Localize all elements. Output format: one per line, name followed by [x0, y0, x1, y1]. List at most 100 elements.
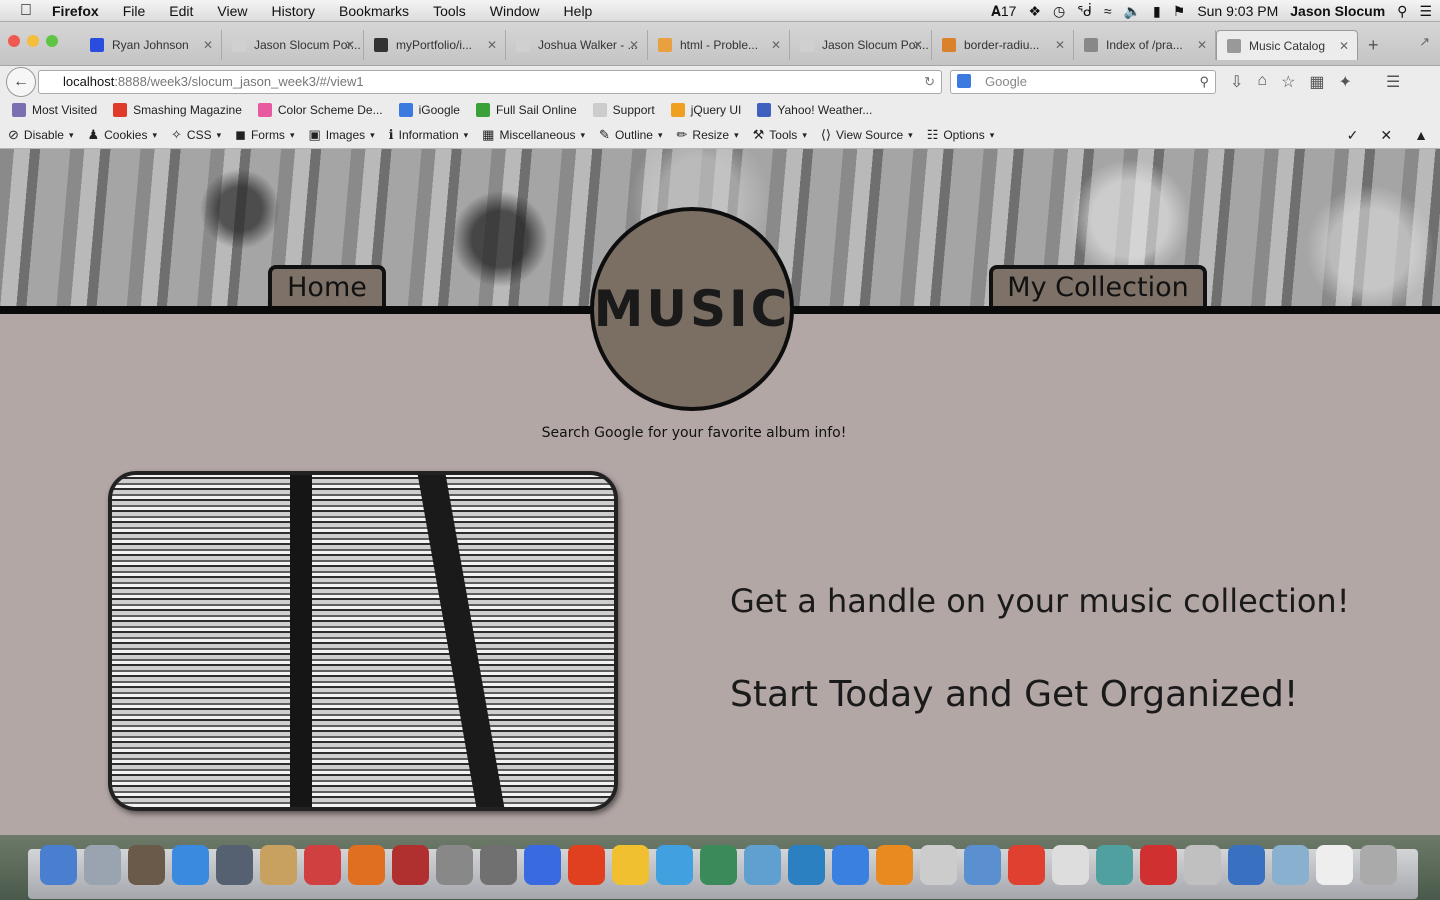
close-tab-icon[interactable]: ✕: [345, 38, 355, 52]
dock-app-icon[interactable]: [348, 845, 385, 885]
hamburger-menu-icon[interactable]: ☰: [1386, 72, 1400, 92]
menu-view[interactable]: View: [217, 3, 247, 19]
devbar-menu-view-source[interactable]: ⟨⟩ View Source ▾: [821, 127, 913, 143]
dock-app-icon[interactable]: [1052, 845, 1089, 885]
search-icon[interactable]: ⚲: [1199, 71, 1209, 93]
dock-app-icon[interactable]: [436, 845, 473, 885]
close-icon[interactable]: ✕: [1380, 127, 1392, 144]
browser-tab[interactable]: Index of /pra... ✕: [1074, 30, 1216, 60]
fullscreen-icon[interactable]: ↗: [1419, 34, 1430, 50]
dock-app-icon[interactable]: [568, 845, 605, 885]
wifi-icon[interactable]: ≈: [1104, 3, 1112, 19]
devbar-menu-images[interactable]: ▣ Images ▾: [308, 127, 374, 143]
bookmark-item[interactable]: Full Sail Online: [475, 103, 577, 117]
devbar-menu-disable[interactable]: ⊘ Disable ▾: [8, 127, 73, 143]
home-icon[interactable]: ⌂: [1257, 72, 1267, 92]
dock-app-icon[interactable]: [612, 845, 649, 885]
dock-app-icon[interactable]: [40, 845, 77, 885]
menu-app-name[interactable]: Firefox: [52, 3, 99, 19]
devbar-menu-information[interactable]: ℹ Information ▾: [389, 127, 469, 143]
dock-app-icon[interactable]: [1272, 845, 1309, 885]
flag-icon[interactable]: ⚑: [1173, 3, 1186, 20]
search-bar[interactable]: Google ⚲: [950, 70, 1216, 94]
devbar-menu-css[interactable]: ✧ CSS ▾: [171, 127, 221, 143]
google-engine-icon[interactable]: [957, 74, 971, 88]
spotlight-search-icon[interactable]: ⚲: [1397, 3, 1407, 20]
battery-icon[interactable]: ▮: [1153, 3, 1161, 20]
browser-tab[interactable]: Ryan Johnson ✕: [80, 30, 222, 60]
dock-app-icon[interactable]: [744, 845, 781, 885]
back-button[interactable]: ←: [6, 67, 36, 97]
close-tab-icon[interactable]: ✕: [629, 38, 639, 52]
downloads-icon[interactable]: ⇩: [1230, 72, 1243, 92]
bookmark-item[interactable]: Yahoo! Weather...: [757, 103, 872, 117]
devbar-menu-miscellaneous[interactable]: ▦ Miscellaneous ▾: [482, 127, 585, 143]
close-tab-icon[interactable]: ✕: [487, 38, 497, 52]
nav-my-collection-button[interactable]: My Collection: [989, 265, 1207, 306]
dock-app-icon[interactable]: [920, 845, 957, 885]
dock-app-icon[interactable]: [260, 845, 297, 885]
close-tab-icon[interactable]: ✕: [1197, 38, 1207, 52]
dock-app-icon[interactable]: [1008, 845, 1045, 885]
menu-tools[interactable]: Tools: [433, 3, 466, 19]
dock-app-icon[interactable]: [84, 845, 121, 885]
bookmark-item[interactable]: Color Scheme De...: [257, 103, 383, 117]
adobe-icon[interactable]: 𝐀17: [991, 3, 1016, 20]
menu-history[interactable]: History: [271, 3, 315, 19]
dock-app-icon[interactable]: [876, 845, 913, 885]
checkmark-icon[interactable]: ✓: [1347, 127, 1359, 144]
nav-home-button[interactable]: Home: [268, 265, 386, 306]
dock-app-icon[interactable]: [1228, 845, 1265, 885]
dock-app-icon[interactable]: [128, 845, 165, 885]
close-tab-icon[interactable]: ✕: [1055, 38, 1065, 52]
dock-app-icon[interactable]: [964, 845, 1001, 885]
browser-tab[interactable]: Music Catalog ✕: [1216, 30, 1358, 60]
devbar-menu-options[interactable]: ☷ Options ▾: [927, 127, 995, 143]
dock-app-icon[interactable]: [656, 845, 693, 885]
minimize-window-icon[interactable]: [27, 35, 39, 47]
clock[interactable]: Sun 9:03 PM: [1197, 3, 1278, 19]
browser-tab[interactable]: html - Proble... ✕: [648, 30, 790, 60]
bookmark-item[interactable]: iGoogle: [398, 103, 460, 117]
browser-tab[interactable]: Jason Slocum Por... ✕: [222, 30, 364, 60]
dropbox-icon[interactable]: ❖: [1028, 3, 1041, 20]
devbar-menu-resize[interactable]: ✏ Resize ▾: [677, 127, 739, 143]
volume-icon[interactable]: 🔈: [1124, 3, 1141, 20]
zoom-window-icon[interactable]: [46, 35, 58, 47]
site-logo[interactable]: MUSIC: [590, 207, 794, 411]
new-tab-button[interactable]: +: [1368, 35, 1379, 56]
menu-window[interactable]: Window: [490, 3, 540, 19]
bookmark-star-icon[interactable]: ☆: [1281, 72, 1295, 92]
browser-tab[interactable]: Joshua Walker - ... ✕: [506, 30, 648, 60]
dock-app-icon[interactable]: [1360, 845, 1397, 885]
bookmark-item[interactable]: Most Visited: [12, 103, 97, 117]
notification-center-icon[interactable]: ☰: [1419, 3, 1432, 20]
time-machine-icon[interactable]: ◷: [1053, 3, 1065, 20]
dock-app-icon[interactable]: [172, 845, 209, 885]
dock-app-icon[interactable]: [1096, 845, 1133, 885]
dock-app-icon[interactable]: [1316, 845, 1353, 885]
close-tab-icon[interactable]: ✕: [203, 38, 213, 52]
bookmark-item[interactable]: Support: [592, 103, 655, 117]
url-bar[interactable]: localhost:8888/week3/slocum_jason_week3/…: [38, 70, 942, 94]
browser-tab[interactable]: myPortfolio/i... ✕: [364, 30, 506, 60]
devbar-menu-forms[interactable]: ◼ Forms ▾: [235, 127, 294, 143]
bookmark-item[interactable]: jQuery UI: [670, 103, 741, 117]
dock-app-icon[interactable]: [480, 845, 517, 885]
browser-tab[interactable]: Jason Slocum Por... ✕: [790, 30, 932, 60]
devbar-menu-outline[interactable]: ✎ Outline ▾: [599, 127, 662, 143]
apple-icon[interactable]: : [20, 2, 42, 20]
dock-app-icon[interactable]: [1184, 845, 1221, 885]
menu-file[interactable]: File: [123, 3, 146, 19]
dock-app-icon[interactable]: [392, 845, 429, 885]
dock-app-icon[interactable]: [216, 845, 253, 885]
dock-app-icon[interactable]: [700, 845, 737, 885]
warning-icon[interactable]: ▲: [1414, 127, 1428, 144]
dock-app-icon[interactable]: [832, 845, 869, 885]
devbar-menu-cookies[interactable]: ♟ Cookies ▾: [87, 127, 157, 143]
menu-edit[interactable]: Edit: [169, 3, 193, 19]
dock-app-icon[interactable]: [304, 845, 341, 885]
close-tab-icon[interactable]: ✕: [1339, 39, 1349, 53]
dock-app-icon[interactable]: [788, 845, 825, 885]
bluetooth-icon[interactable]: ᖂ: [1077, 3, 1092, 20]
